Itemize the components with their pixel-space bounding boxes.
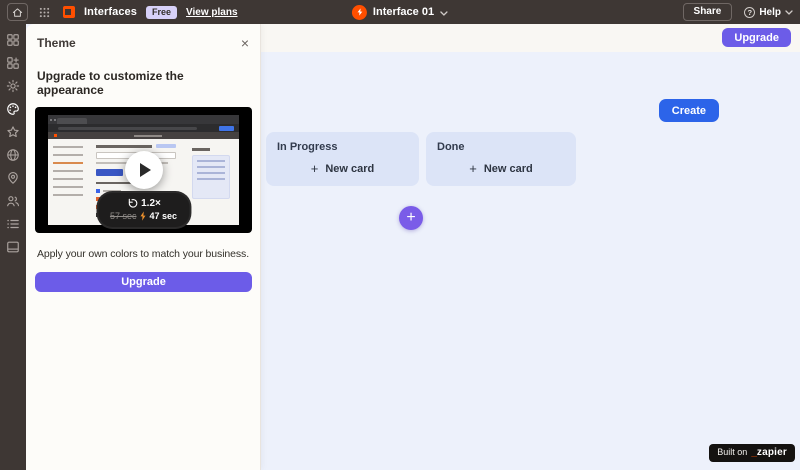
new-card-label: New card xyxy=(483,162,533,175)
theme-panel-header: Theme × xyxy=(35,36,251,50)
rail-item-footer-panel[interactable] xyxy=(4,240,22,254)
users-icon xyxy=(6,194,20,208)
list-icon xyxy=(6,217,20,231)
kanban-column-done: Done + New card xyxy=(426,132,576,186)
help-menu[interactable]: ? Help xyxy=(744,6,793,18)
kanban-board: In Progress + New card Done + New card xyxy=(266,132,576,186)
plan-badge: Free xyxy=(145,5,177,19)
map-pin-icon xyxy=(6,171,20,185)
globe-icon xyxy=(6,148,20,162)
chevron-down-icon xyxy=(440,3,448,21)
chevron-down-icon xyxy=(785,7,793,18)
theme-panel: Theme × Upgrade to customize the appeara… xyxy=(26,24,261,470)
toolbar-upgrade-button[interactable]: Upgrade xyxy=(722,28,791,47)
built-on-zapier-badge[interactable]: Built on _ zapier xyxy=(709,444,795,462)
star-icon xyxy=(6,125,20,139)
rail-item-theme[interactable] xyxy=(4,102,22,116)
editor-rail xyxy=(0,24,26,470)
app-grid-button[interactable] xyxy=(39,7,50,18)
plus-icon: + xyxy=(469,161,477,176)
add-block-fab[interactable]: + xyxy=(399,206,423,230)
play-button[interactable] xyxy=(124,151,163,189)
close-icon[interactable]: × xyxy=(241,36,249,50)
home-icon xyxy=(12,7,23,18)
lightning-icon xyxy=(140,211,147,221)
add-block-icon xyxy=(6,56,20,70)
original-duration: 57 sec xyxy=(109,211,137,221)
column-title: In Progress xyxy=(277,141,338,153)
rail-item-list[interactable] xyxy=(4,217,22,231)
create-button[interactable]: Create xyxy=(658,99,719,122)
kanban-column-in-progress: In Progress + New card xyxy=(266,132,419,186)
theme-palette-icon xyxy=(6,102,20,116)
playback-speed-badge[interactable]: 1.2× 57 sec 47 sec xyxy=(95,191,192,229)
zapier-logotype: _ zapier xyxy=(751,447,787,458)
plus-icon: + xyxy=(310,161,319,176)
footer-panel-icon xyxy=(6,240,20,254)
help-icon: ? xyxy=(744,6,756,18)
panel-upgrade-button[interactable]: Upgrade xyxy=(35,272,252,292)
product-name: Interfaces xyxy=(84,6,137,18)
column-title: Done xyxy=(437,141,465,153)
share-button[interactable]: Share xyxy=(682,3,733,21)
topbar-right: Share ? Help xyxy=(682,3,793,21)
promo-video[interactable]: 1.2× 57 sec 47 sec xyxy=(35,107,252,233)
rail-item-blocks[interactable] xyxy=(4,33,22,47)
new-card-button[interactable]: + New card xyxy=(437,161,565,176)
rail-item-location[interactable] xyxy=(4,171,22,185)
plus-icon: + xyxy=(406,209,416,226)
settings-gear-icon xyxy=(6,79,20,93)
view-plans-link[interactable]: View plans xyxy=(186,7,238,18)
main-toolbar: Upgrade xyxy=(261,24,800,52)
rail-item-add-block[interactable] xyxy=(4,56,22,70)
new-card-label: New card xyxy=(325,162,375,175)
project-selector[interactable]: Interface 01 xyxy=(351,3,448,21)
home-button[interactable] xyxy=(7,3,28,21)
rail-item-domain[interactable] xyxy=(4,148,22,162)
zapier-brand: zapier xyxy=(756,447,787,458)
rail-item-featured[interactable] xyxy=(4,125,22,139)
page-canvas: Create In Progress + New card Done + New… xyxy=(261,52,800,470)
rail-item-settings[interactable] xyxy=(4,79,22,93)
zapier-logo-icon xyxy=(351,4,367,20)
grid-icon xyxy=(39,7,50,18)
fast-duration: 47 sec xyxy=(149,211,178,221)
replay-icon xyxy=(126,198,137,209)
rail-item-users[interactable] xyxy=(4,194,22,208)
speed-value: 1.2× xyxy=(141,198,161,209)
panel-description: Apply your own colors to match your busi… xyxy=(37,248,250,260)
new-card-button[interactable]: + New card xyxy=(277,161,408,176)
interfaces-logo xyxy=(63,6,75,18)
topbar: Interfaces Free View plans Interface 01 … xyxy=(0,0,800,24)
panel-title: Theme xyxy=(37,36,76,50)
blocks-icon xyxy=(6,33,20,47)
help-label: Help xyxy=(759,6,781,18)
project-name: Interface 01 xyxy=(372,6,435,18)
built-on-label: Built on xyxy=(717,447,748,457)
play-icon xyxy=(139,163,151,177)
upgrade-heading: Upgrade to customize the appearance xyxy=(37,69,184,97)
